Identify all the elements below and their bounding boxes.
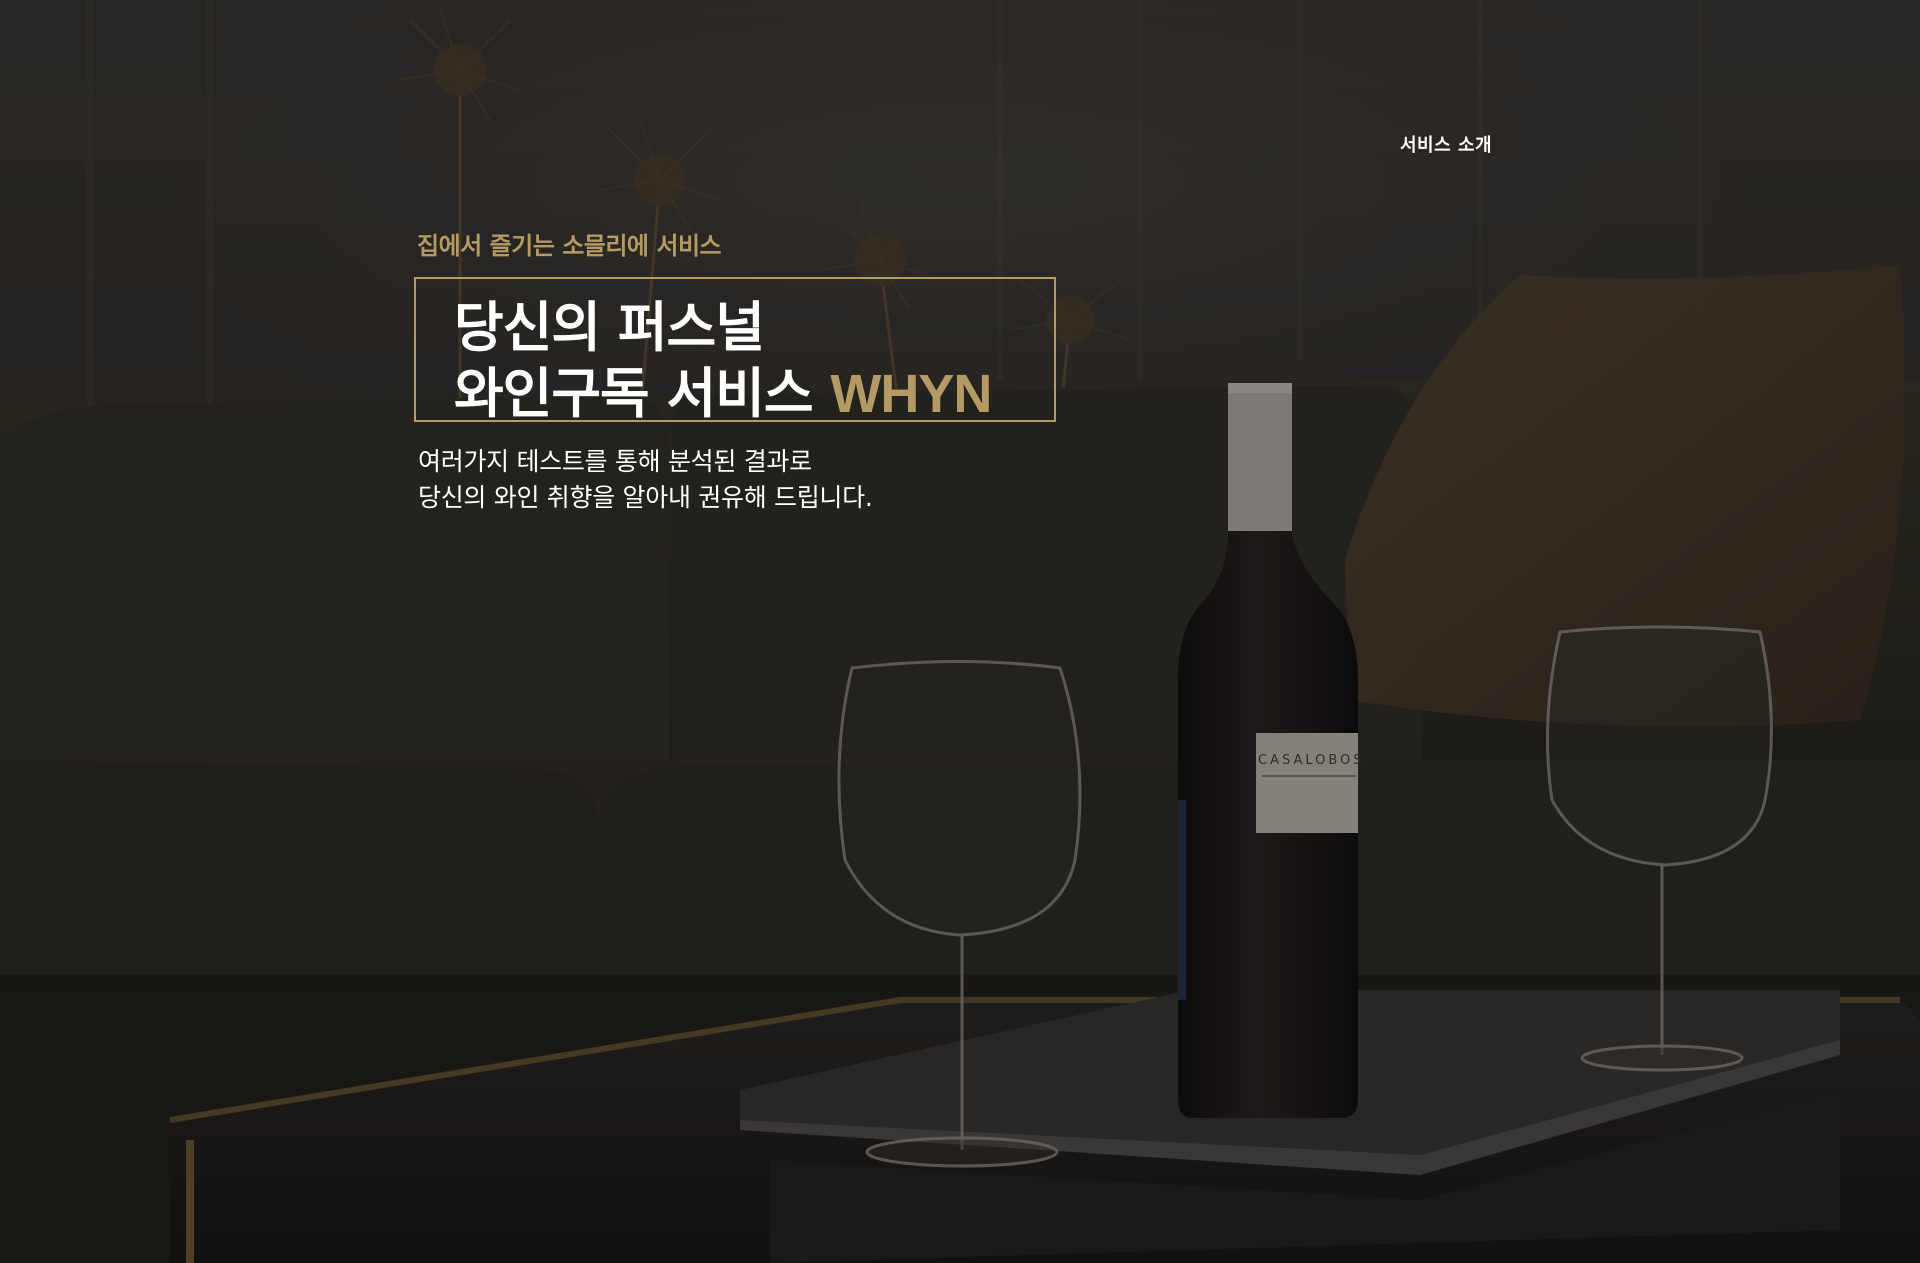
nav-service-intro-link[interactable]: 서비스 소개 [1400,131,1492,157]
hero-description-line-2: 당신의 와인 취향을 알아내 권유해 드립니다. [418,483,873,512]
hero-title-line-2-text: 와인구독 서비스 [454,362,831,425]
hero-eyebrow: 집에서 즐기는 소믈리에 서비스 [417,232,722,260]
dark-overlay [0,0,1920,1263]
hero-content: 집에서 즐기는 소믈리에 서비스 당신의 퍼스널 와인구독 서비스 WHYN 여… [414,226,1056,516]
hero-title-box: 당신의 퍼스널 와인구독 서비스 WHYN [414,277,1056,425]
hero-description-line-1: 여러가지 테스트를 통해 분석된 결과로 [418,447,812,476]
hero-section: CASALOBOS 서비스 소개 집에서 즐기는 소믈리에 서비스 당신의 퍼스… [0,0,1920,1263]
hero-title-line-2: 와인구독 서비스 WHYN [454,361,1054,427]
brand-name: WHYN [830,364,992,424]
hero-title-line-1: 당신의 퍼스널 [454,296,765,359]
hero-description: 여러가지 테스트를 통해 분석된 결과로 당신의 와인 취향을 알아내 권유해 … [418,444,1056,516]
